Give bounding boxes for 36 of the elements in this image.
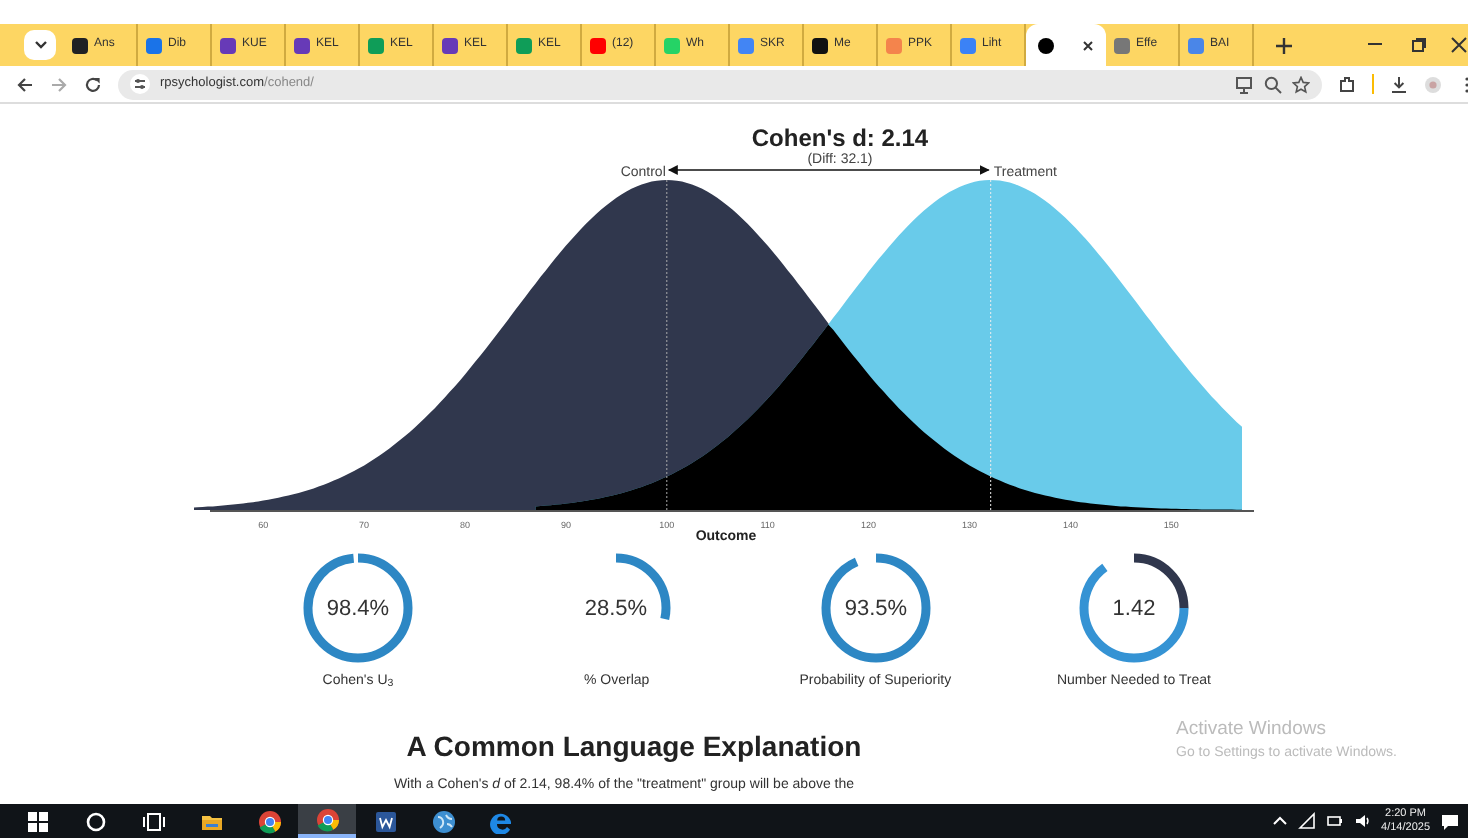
taskbar-button[interactable] — [298, 804, 356, 838]
start-icon — [25, 809, 49, 833]
close-icon — [1450, 35, 1468, 53]
download-button[interactable] — [1390, 75, 1408, 93]
network-icon[interactable] — [1297, 812, 1316, 830]
chart-title: Cohen's d: 2.14 — [751, 124, 929, 152]
battery-icon[interactable] — [1325, 812, 1344, 830]
restore-icon — [1409, 35, 1427, 53]
close-icon[interactable] — [1082, 39, 1094, 51]
install-icon[interactable] — [1236, 75, 1254, 93]
task-view-icon — [141, 809, 165, 833]
site-info-icon[interactable] — [130, 74, 150, 94]
gauge-value: 98.4% — [326, 597, 390, 621]
chrome-icon — [315, 807, 339, 831]
document-icon — [373, 809, 397, 833]
show-hidden-icons-icon[interactable] — [1269, 812, 1288, 830]
gauge-value: 93.5% — [844, 597, 907, 621]
plus-icon — [1276, 38, 1292, 54]
notifications-icon[interactable] — [1440, 811, 1460, 831]
back-button[interactable] — [16, 75, 34, 93]
volume-icon[interactable] — [1353, 812, 1372, 830]
edge-icon — [489, 809, 513, 833]
globe-icon — [431, 809, 455, 833]
search-icon — [83, 809, 107, 833]
section-heading: A Common Language Explanation — [406, 727, 862, 766]
browser-tab[interactable] — [1026, 24, 1106, 66]
zoom-icon[interactable] — [1264, 75, 1282, 93]
star-icon[interactable] — [1292, 75, 1310, 93]
caret-icon — [33, 40, 47, 50]
tab-list-button[interactable] — [24, 30, 56, 60]
chrome-icon — [257, 809, 281, 833]
gauge-value: 28.5% — [585, 597, 648, 621]
reload-button[interactable] — [84, 75, 102, 93]
activation-title: Activate Windows — [1176, 716, 1328, 744]
gauge-value: 1.42 — [1112, 597, 1156, 621]
extensions-button[interactable] — [1338, 75, 1356, 93]
